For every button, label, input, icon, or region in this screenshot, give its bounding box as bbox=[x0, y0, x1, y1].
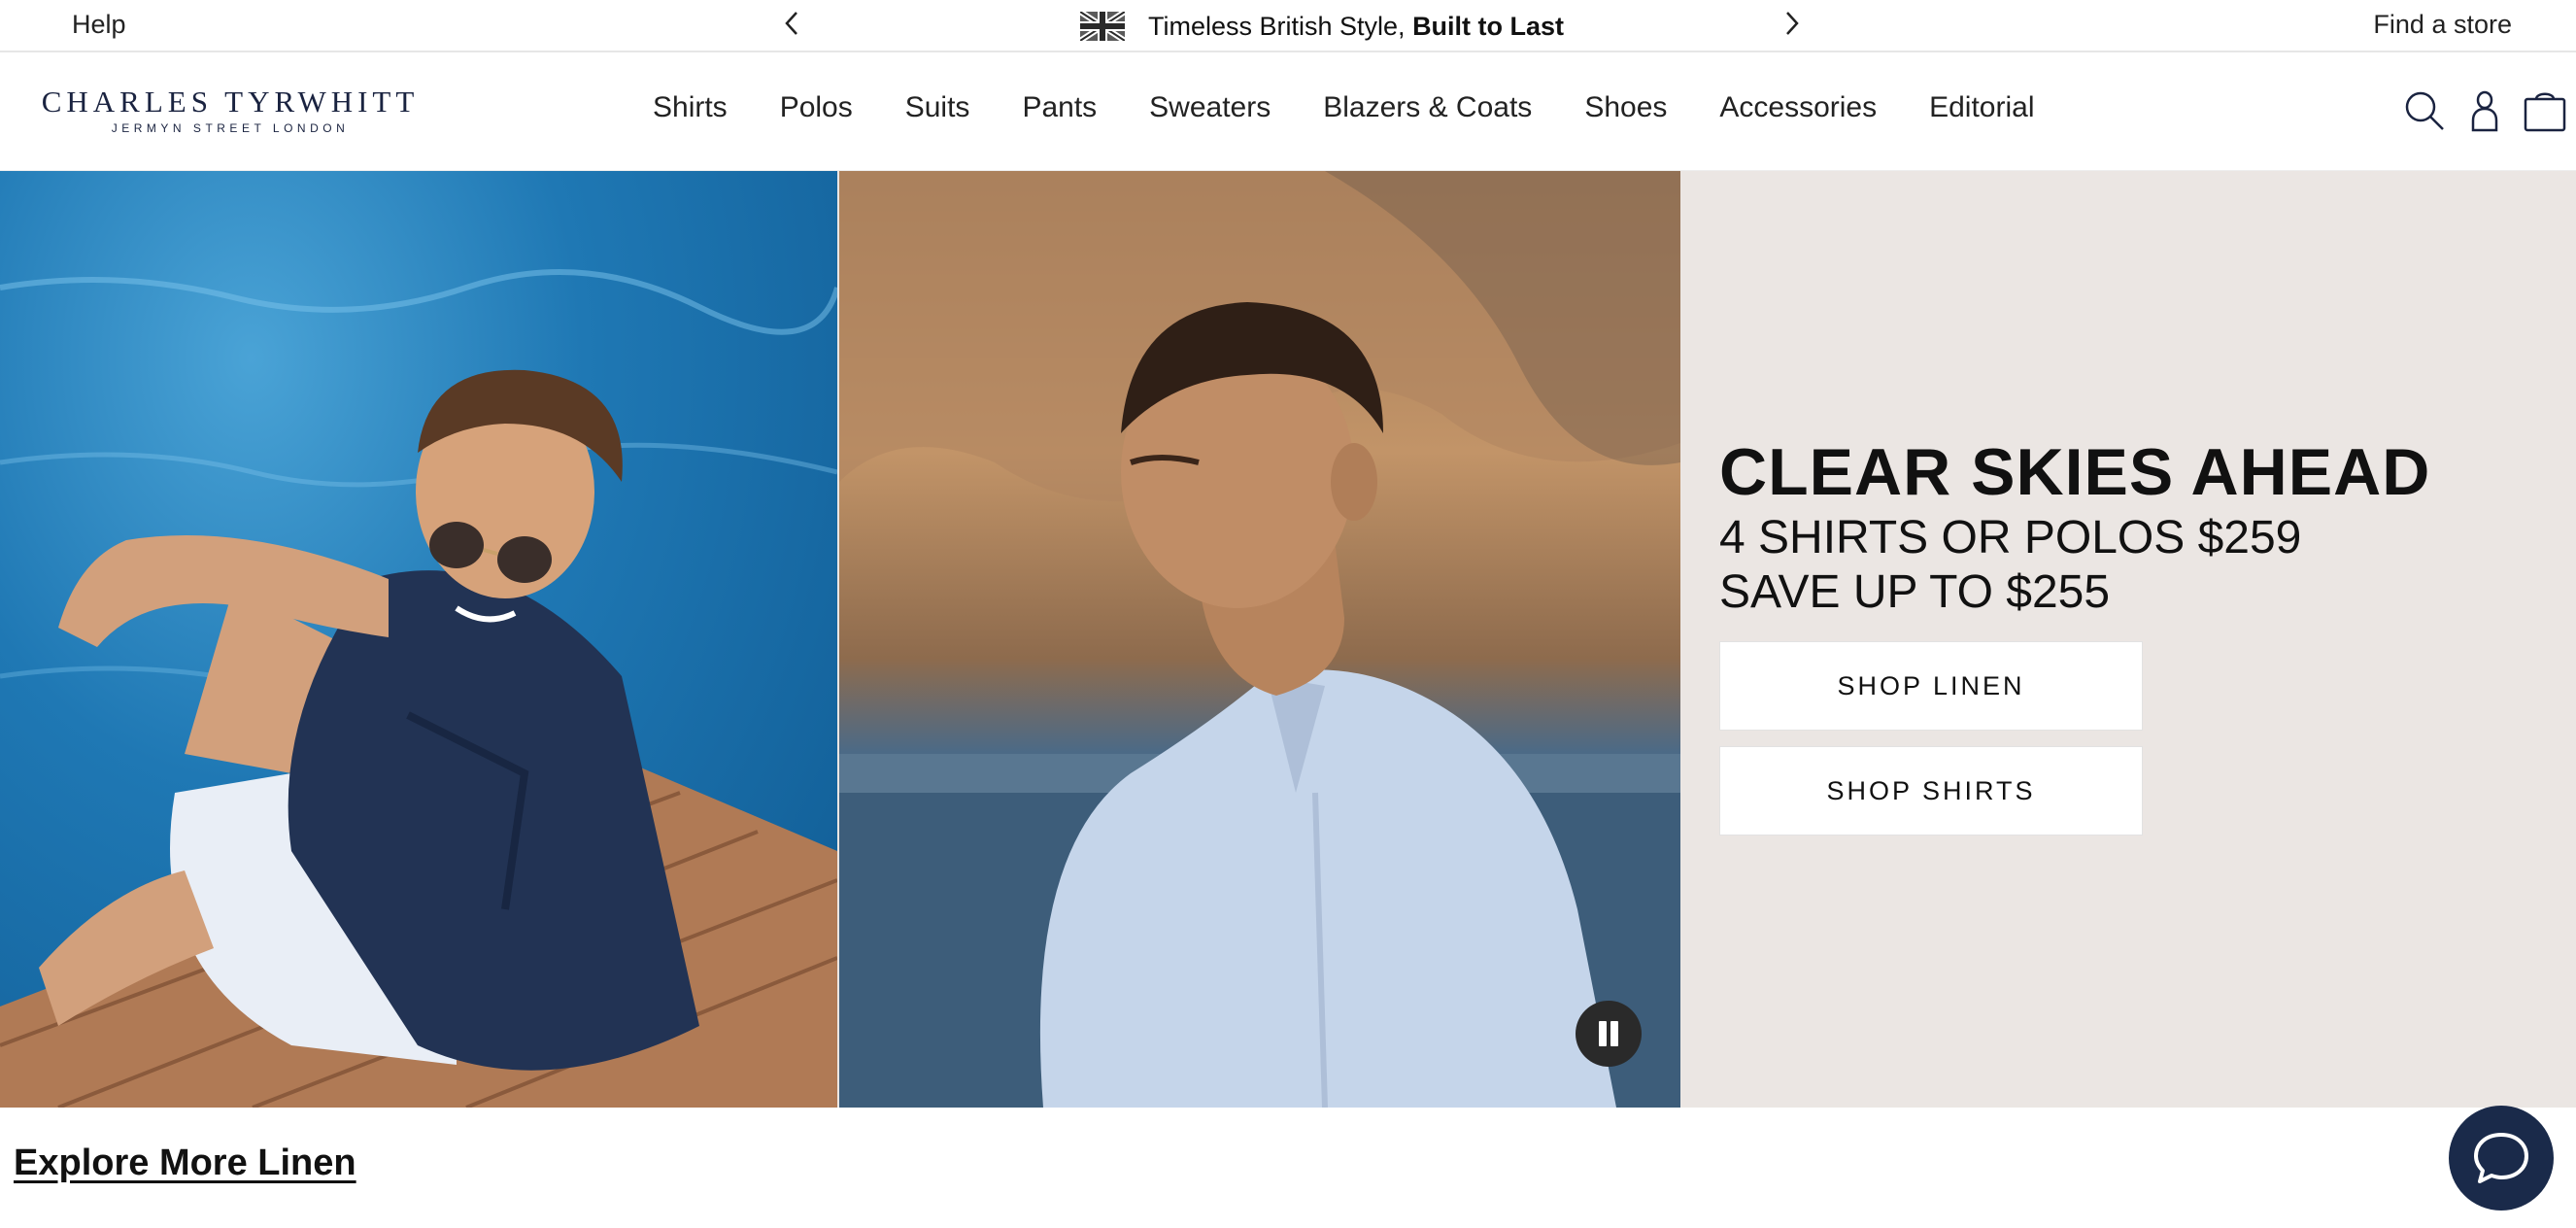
nav-item-suits[interactable]: Suits bbox=[905, 91, 970, 124]
nav-item-editorial[interactable]: Editorial bbox=[1929, 91, 2034, 124]
hero-title: CLEAR SKIES AHEAD bbox=[1719, 435, 2431, 509]
nav-item-blazers-coats[interactable]: Blazers & Coats bbox=[1323, 91, 1532, 124]
nav-item-accessories[interactable]: Accessories bbox=[1719, 91, 1877, 124]
pause-button[interactable] bbox=[1576, 1001, 1642, 1067]
brand-name: CHARLES TYRWHITT bbox=[41, 85, 420, 119]
explore-more-linen-link[interactable]: Explore More Linen bbox=[14, 1143, 356, 1184]
brand-tagline: JERMYN STREET LONDON bbox=[111, 121, 350, 135]
announcement-bar: Help Timeless British Style, Built to La… bbox=[0, 0, 2576, 52]
hero-copy: CLEAR SKIES AHEAD 4 SHIRTS OR POLOS $259… bbox=[1719, 433, 2516, 836]
find-a-store-link[interactable]: Find a store bbox=[2373, 10, 2512, 40]
chevron-left-icon[interactable] bbox=[775, 6, 810, 41]
promo-message: Timeless British Style, Built to Last bbox=[1080, 8, 1564, 45]
search-icon[interactable] bbox=[2401, 87, 2448, 134]
brand-logo[interactable]: CHARLES TYRWHITT JERMYN STREET LONDON bbox=[33, 85, 427, 136]
site-header: CHARLES TYRWHITT JERMYN STREET LONDON Sh… bbox=[0, 52, 2576, 171]
shopping-bag-icon[interactable] bbox=[2522, 87, 2568, 134]
nav-item-sweaters[interactable]: Sweaters bbox=[1149, 91, 1271, 124]
hero-banner: CLEAR SKIES AHEAD 4 SHIRTS OR POLOS $259… bbox=[0, 171, 2576, 1108]
union-jack-flag-icon bbox=[1080, 12, 1125, 41]
account-icon[interactable] bbox=[2461, 87, 2508, 134]
hero-image-illustration bbox=[0, 269, 837, 1108]
header-actions bbox=[2382, 87, 2576, 136]
nav-item-polos[interactable]: Polos bbox=[780, 91, 853, 124]
hero-image-illustration bbox=[839, 171, 1680, 1108]
nav-item-shirts[interactable]: Shirts bbox=[653, 91, 728, 124]
main-nav: Shirts Polos Suits Pants Sweaters Blazer… bbox=[653, 91, 2087, 124]
shop-shirts-button[interactable]: SHOP SHIRTS bbox=[1719, 746, 2143, 836]
chat-button[interactable] bbox=[2449, 1106, 2554, 1211]
hero-subtitle-offer: 4 SHIRTS OR POLOS $259 bbox=[1719, 512, 2302, 563]
promo-text: Timeless British Style, Built to Last bbox=[1148, 11, 1565, 41]
help-link[interactable]: Help bbox=[72, 10, 126, 40]
nav-item-pants[interactable]: Pants bbox=[1022, 91, 1097, 124]
nav-item-shoes[interactable]: Shoes bbox=[1584, 91, 1667, 124]
chat-bubble-icon bbox=[2474, 1133, 2528, 1183]
shop-linen-button[interactable]: SHOP LINEN bbox=[1719, 641, 2143, 731]
chevron-right-icon[interactable] bbox=[1774, 6, 1809, 41]
hero-subtitle-savings: SAVE UP TO $255 bbox=[1719, 566, 2111, 618]
hero-image-linen-dock[interactable] bbox=[0, 171, 837, 1108]
hero-image-shirt-seaside[interactable] bbox=[839, 171, 1680, 1108]
